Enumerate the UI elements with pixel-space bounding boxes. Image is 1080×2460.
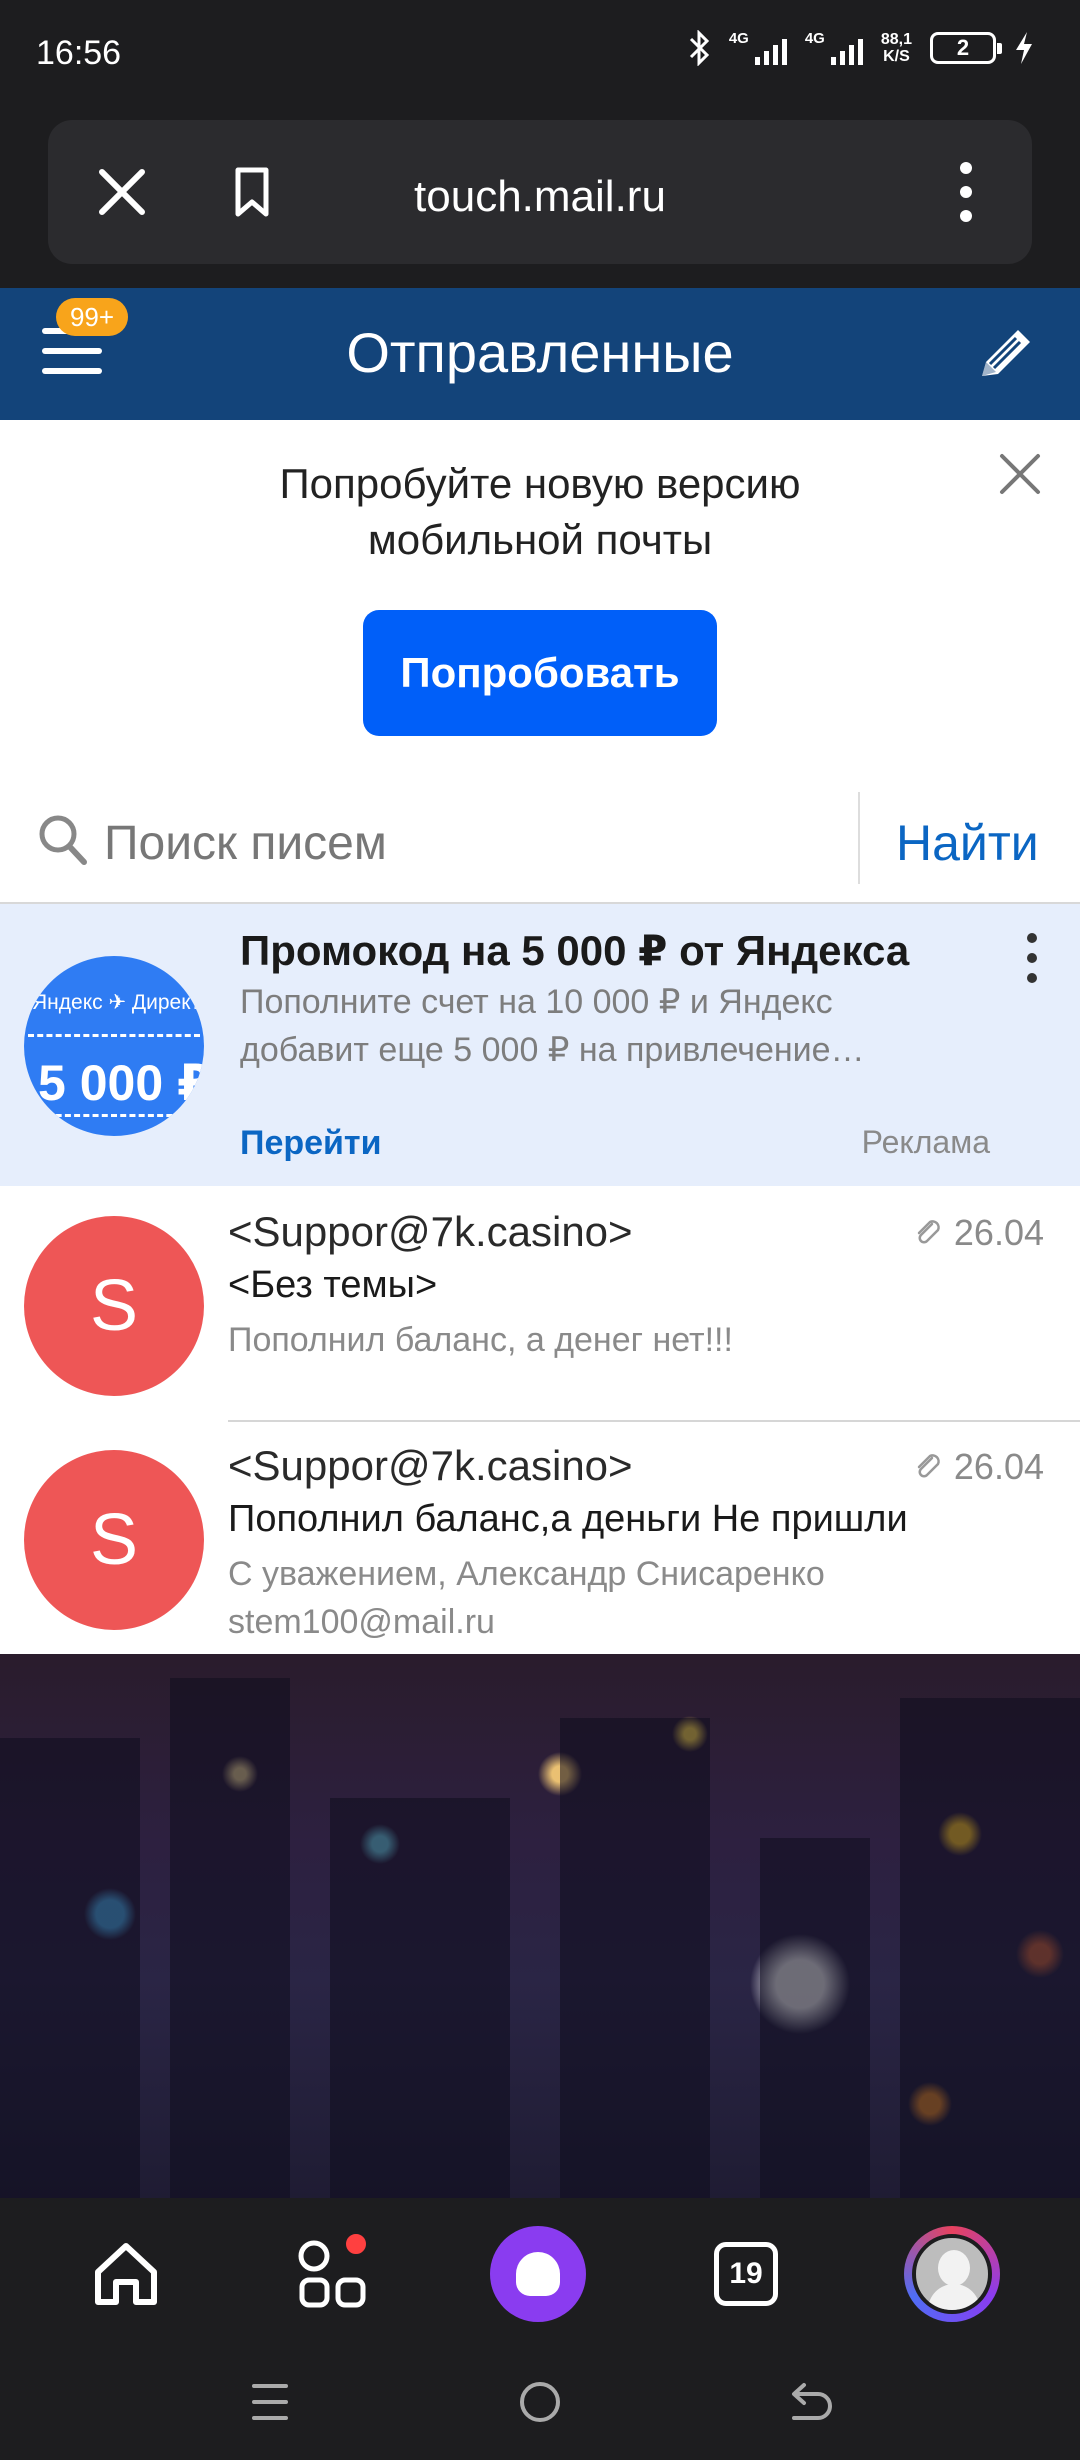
message-row[interactable]: S <Suppor@7k.casino> 26.04 Пополнил бала… [0, 1420, 1080, 1654]
try-new-version-button[interactable]: Попробовать [363, 610, 717, 736]
network-type-2: 4G [804, 30, 825, 47]
message-preview: С уважением, Александр Снисаренко stem10… [228, 1555, 825, 1641]
apps-button[interactable] [284, 2226, 380, 2322]
signal-icon-1: 4G [729, 31, 787, 65]
network-type-1: 4G [728, 30, 749, 47]
message-date-text: 26.04 [953, 1446, 1044, 1487]
ad-card[interactable]: Яндекс ✈ Директ 5 000 ₽ Промокод на 5 00… [0, 904, 1080, 1186]
bottom-navigation: 19 [0, 2198, 1080, 2342]
tabs-icon: 19 [714, 2242, 778, 2306]
folder-title: Отправленные [346, 321, 734, 384]
ad-thumb-brand: Яндекс ✈ Директ [32, 991, 201, 1014]
profile-icon [904, 2226, 1000, 2322]
signal-icon-2: 4G [805, 31, 863, 65]
message-date-text: 26.04 [953, 1212, 1044, 1253]
tabs-count: 19 [729, 2257, 763, 2290]
network-speed: 88,1 K/S [881, 31, 912, 65]
search-input[interactable]: Поиск писем [104, 816, 387, 871]
status-bar: 16:56 4G 4G 88,1 K/S 2 [0, 0, 1080, 108]
ad-title: Промокод на 5 000 ₽ от Яндекса [240, 927, 910, 974]
message-subject: Пополнил баланс,а деньги Не пришли [228, 1498, 908, 1540]
avatar: S [24, 1216, 204, 1396]
message-date: 26.04 [914, 1446, 1044, 1488]
message-row[interactable]: S <Suppor@7k.casino> 26.04 <Без темы> По… [0, 1186, 1080, 1420]
battery-level: 2 [956, 35, 970, 60]
url-field[interactable]: touch.mail.ru [48, 172, 1032, 222]
search-icon [39, 815, 87, 865]
home-circle-icon[interactable] [510, 2372, 570, 2432]
attachment-icon [917, 1220, 940, 1244]
browser-address-bar: touch.mail.ru [48, 120, 1032, 264]
avatar: S [24, 1450, 204, 1630]
tabs-button[interactable]: 19 [698, 2226, 794, 2322]
ad-thumb-amount: 5 000 ₽ [38, 1055, 204, 1111]
recent-apps-icon[interactable] [240, 2372, 300, 2432]
ad-thumbnail: Яндекс ✈ Директ 5 000 ₽ [24, 956, 204, 1136]
app-header: 99+ Отправленные [0, 288, 1080, 420]
message-sender: <Suppor@7k.casino> [228, 1442, 633, 1489]
search-divider [858, 792, 860, 884]
back-icon[interactable] [780, 2372, 840, 2432]
background-photo [0, 1654, 1080, 2198]
message-divider [228, 1420, 1080, 1422]
close-icon[interactable] [996, 450, 1044, 498]
bluetooth-icon [689, 30, 709, 66]
home-icon [95, 2243, 157, 2305]
message-sender: <Suppor@7k.casino> [228, 1208, 633, 1255]
message-preview: Пополнил баланс, а денег нет!!! [228, 1321, 733, 1359]
ad-text: Пополните счет на 10 000 ₽ и Яндекс доба… [240, 983, 865, 1069]
more-vert-icon[interactable] [1020, 930, 1044, 986]
alice-button[interactable] [490, 2226, 586, 2322]
search-button[interactable]: Найти [896, 814, 1039, 872]
message-subject: <Без темы> [228, 1264, 438, 1306]
browser-toolbar: touch.mail.ru [0, 108, 1080, 288]
promo-banner: Попробуйте новую версию мобильной почты … [0, 420, 1080, 780]
network-speed-unit: K/S [883, 48, 910, 65]
attachment-icon [917, 1454, 940, 1478]
ad-label: Реклама [861, 1124, 990, 1160]
compose-icon[interactable] [970, 318, 1042, 390]
promo-text: Попробуйте новую версию мобильной почты [0, 456, 1080, 568]
message-date: 26.04 [914, 1212, 1044, 1254]
more-vert-icon[interactable] [954, 160, 978, 224]
system-navigation [0, 2342, 1080, 2460]
search-bar: Поиск писем Найти [0, 780, 1080, 904]
status-icons: 4G 4G 88,1 K/S 2 [687, 30, 1034, 66]
profile-button[interactable] [904, 2226, 1000, 2322]
promo-line-2: мобильной почты [367, 516, 713, 563]
alice-icon [490, 2226, 586, 2322]
network-speed-value: 88,1 [880, 31, 912, 48]
notification-dot [342, 2230, 370, 2258]
promo-line-1: Попробуйте новую версию [279, 460, 801, 507]
battery-icon: 2 [930, 32, 1002, 64]
home-button[interactable] [78, 2226, 174, 2322]
ad-go-link[interactable]: Перейти [240, 1124, 381, 1163]
charging-icon [1016, 32, 1032, 64]
status-time: 16:56 [36, 34, 122, 72]
